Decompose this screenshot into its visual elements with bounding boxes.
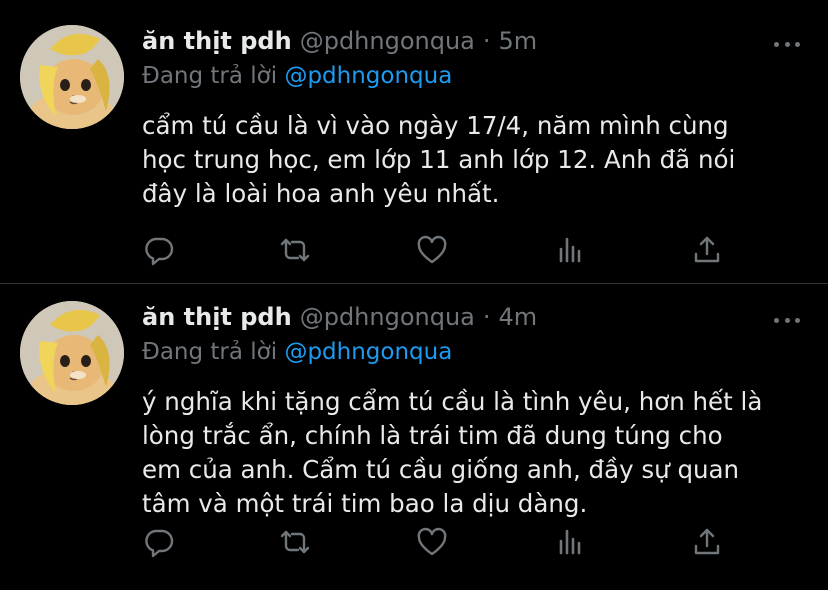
tweet-text-line: em của anh. Cẩm tú cầu giống anh, đầy sự…	[142, 455, 740, 484]
cat-avatar-image	[20, 301, 124, 405]
separator-dot: ·	[482, 27, 491, 55]
share-icon[interactable]	[689, 524, 725, 560]
like-icon[interactable]	[414, 524, 450, 560]
tweet-actions	[0, 524, 828, 560]
retweet-icon[interactable]	[277, 524, 313, 560]
reply-icon[interactable]	[141, 232, 177, 268]
tweet-text-line: tâm và một trái tim bao la dịu dàng.	[142, 489, 588, 518]
replying-prefix: Đang trả lời	[142, 63, 278, 89]
tweet[interactable]: ăn thịt pdh @pdhngonqua · 5m Đang trả lờ…	[0, 0, 828, 284]
tweet-text-line: đây là loài hoa anh yêu nhất.	[142, 179, 500, 208]
tweet-header: ăn thịt pdh @pdhngonqua · 5m	[142, 27, 537, 59]
user-handle[interactable]: @pdhngonqua	[300, 303, 475, 331]
analytics-icon[interactable]	[552, 524, 588, 560]
avatar[interactable]	[20, 301, 124, 405]
avatar[interactable]	[20, 25, 124, 129]
like-icon[interactable]	[414, 232, 450, 268]
display-name[interactable]: ăn thịt pdh	[142, 27, 292, 55]
tweet-time[interactable]: 4m	[499, 303, 538, 331]
analytics-icon[interactable]	[552, 232, 588, 268]
more-options-icon[interactable]	[774, 315, 800, 325]
tweet-text: cẩm tú cầu là vì vào ngày 17/4, năm mình…	[142, 109, 802, 211]
user-handle[interactable]: @pdhngonqua	[300, 27, 475, 55]
tweet-text: ý nghĩa khi tặng cẩm tú cầu là tình yêu,…	[142, 385, 802, 521]
more-options-icon[interactable]	[774, 39, 800, 49]
reply-mention-link[interactable]: @pdhngonqua	[284, 339, 452, 365]
tweet-text-line: lòng trắc ẩn, chính là trái tim đã dung …	[142, 421, 723, 450]
reply-mention-link[interactable]: @pdhngonqua	[284, 63, 452, 89]
tweet-text-line: học trung học, em lớp 11 anh lớp 12. Anh…	[142, 145, 736, 174]
tweet-time[interactable]: 5m	[499, 27, 538, 55]
replying-to: Đang trả lời @pdhngonqua	[142, 63, 452, 89]
retweet-icon[interactable]	[277, 232, 313, 268]
tweet-text-line: cẩm tú cầu là vì vào ngày 17/4, năm mình…	[142, 111, 729, 140]
tweet-header: ăn thịt pdh @pdhngonqua · 4m	[142, 303, 537, 335]
replying-to: Đang trả lời @pdhngonqua	[142, 339, 452, 365]
tweet-actions	[0, 232, 828, 268]
replying-prefix: Đang trả lời	[142, 339, 278, 365]
tweet[interactable]: ăn thịt pdh @pdhngonqua · 4m Đang trả lờ…	[0, 284, 828, 590]
cat-avatar-image	[20, 25, 124, 129]
reply-icon[interactable]	[141, 524, 177, 560]
share-icon[interactable]	[689, 232, 725, 268]
tweet-text-line: ý nghĩa khi tặng cẩm tú cầu là tình yêu,…	[142, 387, 763, 416]
separator-dot: ·	[482, 303, 491, 331]
display-name[interactable]: ăn thịt pdh	[142, 303, 292, 331]
